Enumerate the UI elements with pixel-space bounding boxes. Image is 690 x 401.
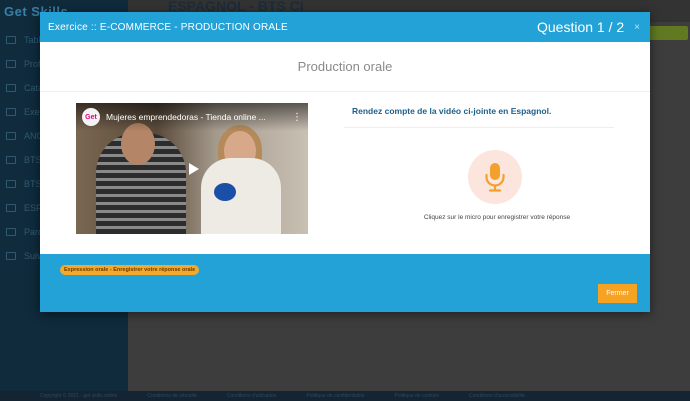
background-top-button — [644, 26, 688, 40]
footer-link: Politique de confidentialité — [306, 393, 365, 399]
nav-icon — [6, 156, 16, 164]
divider — [344, 127, 614, 128]
modal-header-right: Question 1 / 2 × — [537, 19, 640, 35]
nav-icon — [6, 252, 16, 260]
channel-logo[interactable]: Get — [82, 108, 100, 126]
microphone-icon — [485, 163, 505, 192]
footer-link: Conditions d'utilisation — [226, 393, 277, 399]
nav-icon — [6, 228, 16, 236]
nav-icon — [6, 132, 16, 140]
instruction-text: Rendez compte de la vidéo ci-jointe en E… — [352, 106, 552, 116]
modal-title: Exercice :: E-COMMERCE - PRODUCTION ORAL… — [48, 21, 288, 33]
footer-link: Conditions d'accessibilité — [469, 393, 525, 399]
footer-link: Politique de cookies — [394, 393, 440, 399]
question-counter: Question 1 / 2 — [536, 19, 625, 35]
nav-icon — [6, 36, 16, 44]
footer-link: Conditions de sécurité — [147, 393, 197, 399]
background-footer: Copyright © 2021 - get skills online Con… — [0, 391, 690, 401]
play-icon[interactable] — [189, 162, 199, 175]
section-title: Production orale — [40, 42, 650, 92]
footer-link: Copyright © 2021 - get skills online — [40, 393, 118, 399]
modal-content: Get Mujeres emprendedoras - Tienda onlin… — [40, 92, 650, 254]
close-button[interactable]: Fermer — [598, 284, 637, 303]
nav-icon — [6, 60, 16, 68]
video-microphone — [214, 183, 236, 201]
video-person — [201, 158, 281, 234]
more-options-icon[interactable]: ⋮ — [292, 112, 302, 123]
video-title[interactable]: Mujeres emprendedoras - Tienda online ..… — [106, 112, 286, 122]
exercise-modal: Exercice :: E-COMMERCE - PRODUCTION ORAL… — [40, 12, 650, 312]
video-player[interactable]: Get Mujeres emprendedoras - Tienda onlin… — [76, 103, 308, 234]
record-microphone-button[interactable] — [468, 150, 522, 204]
close-icon[interactable]: × — [634, 22, 640, 33]
microphone-hint: Cliquez sur le micro pour enregistrer vo… — [423, 214, 571, 221]
nav-icon — [6, 204, 16, 212]
nav-icon — [6, 108, 16, 116]
nav-icon — [6, 180, 16, 188]
modal-footer: Expression orale - Enregistrer votre rép… — [40, 254, 650, 312]
nav-icon — [6, 84, 16, 92]
video-titlebar: Get Mujeres emprendedoras - Tienda onlin… — [76, 103, 308, 131]
modal-header: Exercice :: E-COMMERCE - PRODUCTION ORAL… — [40, 12, 650, 42]
exercise-type-badge: Expression orale - Enregistrer votre rép… — [60, 265, 200, 275]
